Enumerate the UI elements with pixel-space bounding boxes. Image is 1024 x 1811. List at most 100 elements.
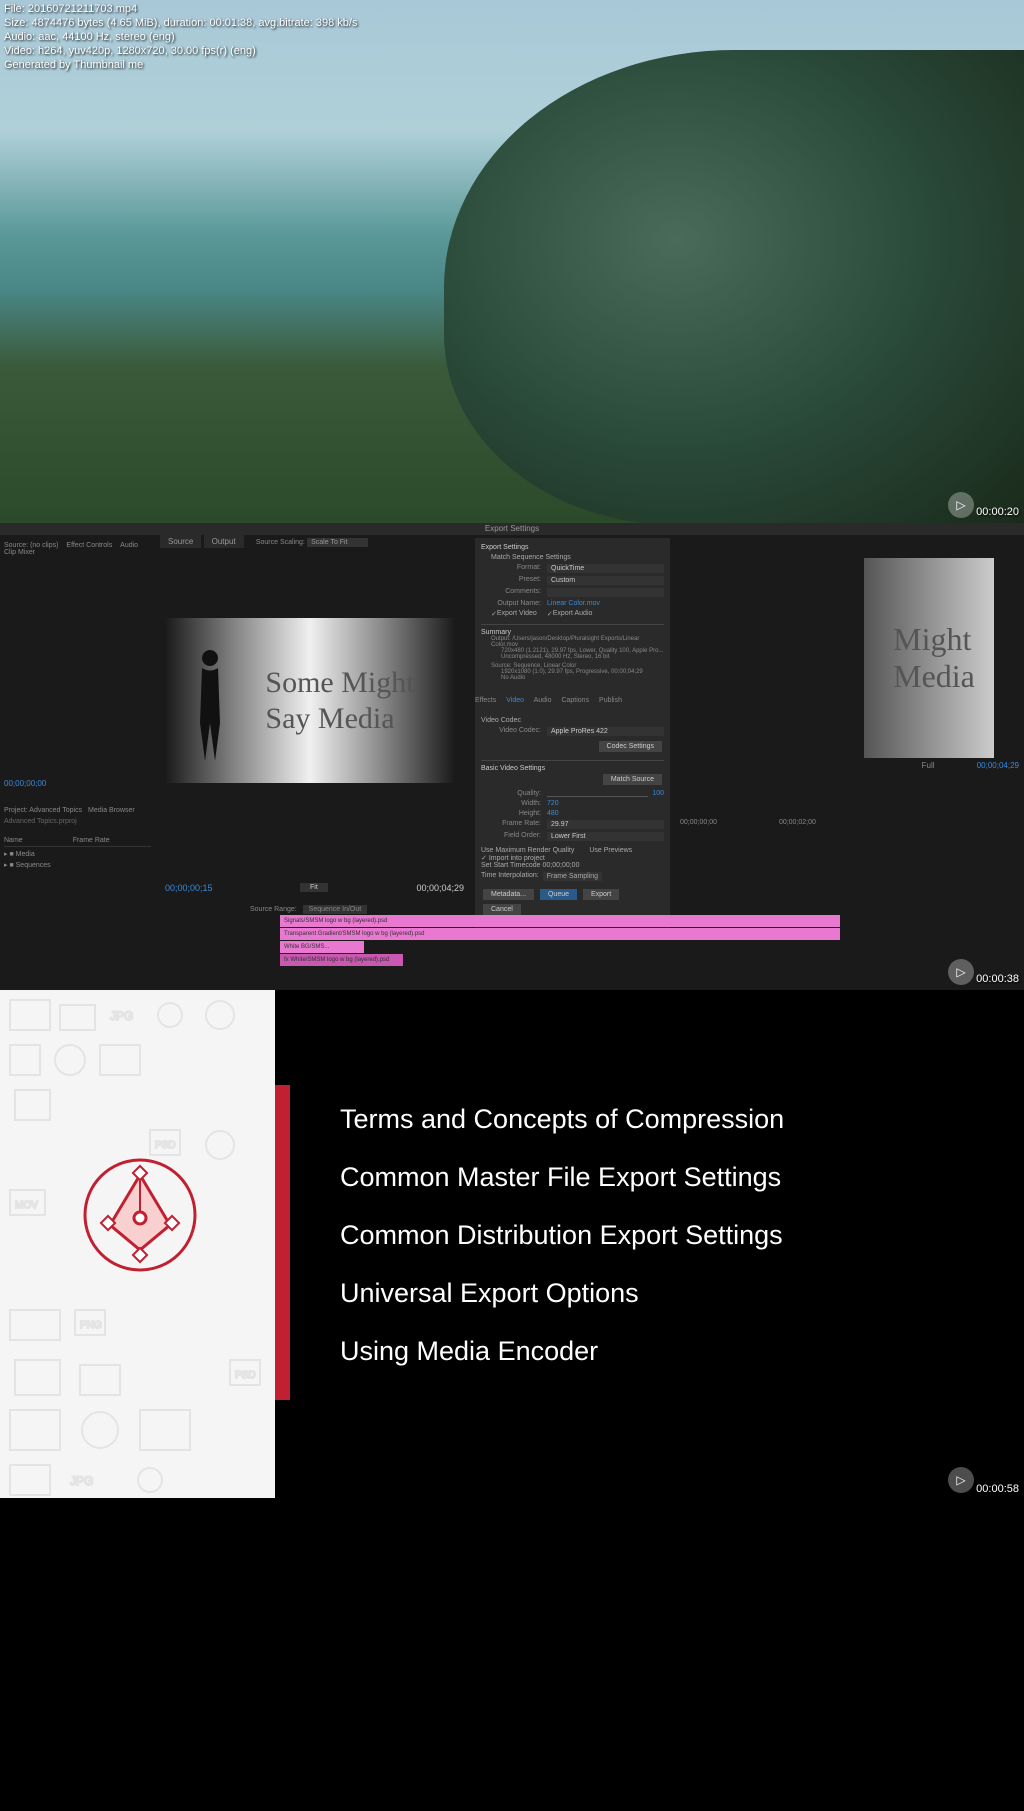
export-subtabs: Effects Video Audio Captions Publish [475,697,630,704]
track-4[interactable]: fx White/SMSM logo w bg (layered).psd [280,954,403,966]
slide-sidebar: JPG PSD MOV PNG PSD JPG [0,990,275,1498]
source-range-row: Source Range: Sequence In/Out [250,906,367,913]
bullet-3: Common Distribution Export Settings [340,1206,784,1264]
source-panel: Source: (no clips) Effect Controls Audio… [0,538,155,818]
start-tc-checkbox[interactable]: Set Start Timecode [481,862,541,869]
timestamp-3: 00:00:58 [976,1483,1019,1495]
bullet-5: Using Media Encoder [340,1322,784,1380]
summary-source3: No Audio [501,675,664,681]
format-label: Format: [481,564,541,573]
play-icon[interactable]: ▷ [948,492,974,518]
preset-dropdown[interactable]: Custom [547,576,664,585]
videocodec-label: Video Codec: [481,727,541,736]
height-input[interactable]: 480 [547,810,559,817]
usepreviews-checkbox[interactable]: Use Previews [589,847,632,854]
timestamp-1: 00:00:20 [976,506,1019,518]
quality-slider[interactable] [547,790,648,797]
timeinterp-dropdown[interactable]: Frame Sampling [543,872,602,881]
tab-captions[interactable]: Captions [561,697,589,704]
folder-sequences[interactable]: ▸ ■ Sequences [4,861,151,869]
timeline-timecode-left: 00;00;00;15 [165,883,213,893]
media-browser-tab[interactable]: Media Browser [88,807,135,814]
program-monitor: Might Media [864,558,994,758]
fit-dropdown[interactable]: Fit [300,883,328,892]
comments-input[interactable] [547,588,664,597]
folder-media[interactable]: ▸ ■ Media [4,850,151,858]
dialog-title: Export Settings [0,523,1024,535]
quality-value[interactable]: 100 [652,790,664,797]
project-tab[interactable]: Project: Advanced Topics [4,807,82,814]
match-sequence-checkbox[interactable]: Match Sequence Settings [491,554,571,561]
video-codec-panel: Video Codec Video Codec: Apple ProRes 422… [475,711,670,923]
tab-source[interactable]: Source [160,535,201,548]
metadata-button[interactable]: Metadata... [483,889,534,900]
svg-text:JPG: JPG [110,1009,133,1023]
rock-graphic [444,50,1024,525]
tab-output[interactable]: Output [204,535,244,548]
height-label: Height: [481,810,541,817]
preview-logo-text: Some Might Say Media [265,665,414,737]
track-2[interactable]: Transparent Gradient/SMSM logo w bg (lay… [280,928,840,940]
maxrender-checkbox[interactable]: Use Maximum Render Quality [481,847,574,854]
file-metadata-header: File: 20160721211703.mp4 Size: 4874476 b… [0,0,361,74]
export-settings-header: Export Settings [481,544,664,551]
slide-bullets: Terms and Concepts of Compression Common… [340,1090,784,1380]
framerate-label: Frame Rate: [481,820,541,829]
project-file: Advanced Topics.prproj [4,818,151,825]
svg-text:JPG: JPG [70,1474,93,1488]
col-framerate[interactable]: Frame Rate [73,837,110,844]
timeline-tracks[interactable]: Signals/SMSM logo w bg (layered).psd Tra… [280,915,840,985]
fieldorder-label: Field Order: [481,832,541,841]
tab-source-noclips[interactable]: Source: (no clips) [4,542,58,549]
export-button[interactable]: Export [583,889,619,900]
video-line: Video: h264, yuv420p, 1280x720, 30.00 fp… [4,44,357,58]
program-timecode: Full 00;00;04;29 [922,761,1019,770]
tab-video[interactable]: Video [506,697,524,704]
video-frame-2: Export Settings Source Output Source Sca… [0,523,1024,990]
codec-settings-button[interactable]: Codec Settings [599,741,662,752]
summary-source2: 1920x1080 (1.0), 29.97 fps, Progressive,… [501,669,664,675]
fieldorder-dropdown[interactable]: Lower First [547,832,664,841]
queue-button[interactable]: Queue [540,889,577,900]
timeline-timecode-right: 00;00;04;29 [416,883,464,893]
size-line: Size: 4874476 bytes (4.65 MiB), duration… [4,16,357,30]
track-1[interactable]: Signals/SMSM logo w bg (layered).psd [280,915,840,927]
width-input[interactable]: 720 [547,800,559,807]
videocodec-dropdown[interactable]: Apple ProRes 422 [547,727,664,736]
tab-publish[interactable]: Publish [599,697,622,704]
summary-output3: Uncompressed, 48000 Hz, Stereo, 16 bit [501,654,664,660]
comments-label: Comments: [481,588,541,597]
accent-bar [275,1085,290,1400]
import-project-checkbox[interactable]: ✓ [481,855,489,862]
tab-effects[interactable]: Effects [475,697,496,704]
figure-silhouette [190,643,230,763]
outputname-link[interactable]: Linear Color.mov [547,600,600,607]
timestamp-2: 00:00:38 [976,973,1019,985]
audio-line: Audio: aac, 44100 Hz, stereo (eng) [4,30,357,44]
framerate-dropdown[interactable]: 29.97 [547,820,664,829]
match-source-button[interactable]: Match Source [603,774,662,785]
track-3[interactable]: White BG/SMS... [280,941,364,953]
timeline-ruler[interactable]: 00;00;00;00 00;00;02;00 [670,819,1024,831]
source-range-label: Source Range: [250,906,297,913]
video-codec-section: Video Codec [481,717,664,724]
preset-label: Preset: [481,576,541,585]
width-label: Width: [481,800,541,807]
cancel-button[interactable]: Cancel [483,904,521,915]
svg-text:PNG: PNG [80,1320,102,1331]
play-icon-2[interactable]: ▷ [948,959,974,985]
generated-line: Generated by Thumbnail me [4,58,357,72]
preview-tabs: Source Output Source Scaling: Scale To F… [160,535,368,548]
play-icon-3[interactable]: ▷ [948,1467,974,1493]
source-range-dropdown[interactable]: Sequence In/Out [303,905,368,914]
tab-audio[interactable]: Audio [534,697,552,704]
format-dropdown[interactable]: QuickTime [547,564,664,573]
bullet-1: Terms and Concepts of Compression [340,1090,784,1148]
source-scaling-dropdown[interactable]: Scale To Fit [307,538,367,547]
pen-tool-icon [75,1150,205,1280]
source-scaling-label: Source Scaling: [256,539,305,546]
summary-output1: Output: /Users/jason/Desktop/Pluralsight… [491,636,664,648]
quality-label: Quality: [481,790,541,797]
col-name[interactable]: Name [4,837,23,844]
tab-effect-controls[interactable]: Effect Controls [66,542,112,549]
